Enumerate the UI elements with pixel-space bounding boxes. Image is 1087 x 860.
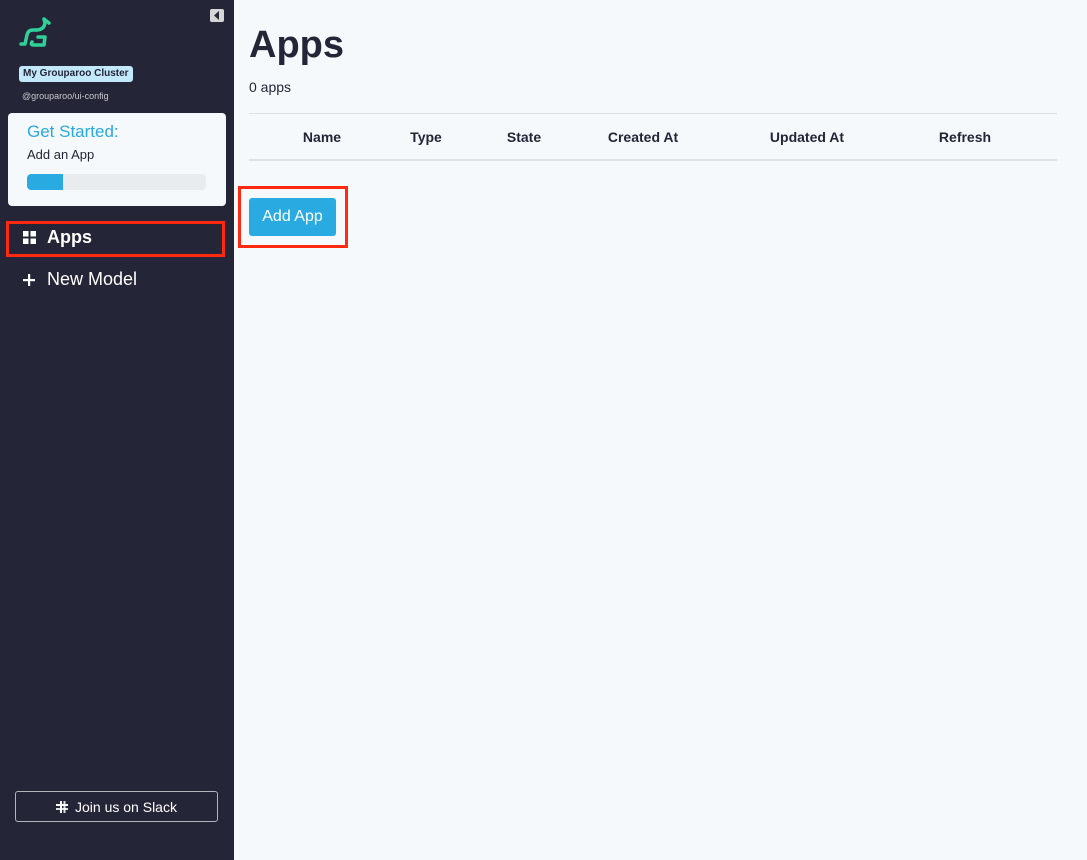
column-header-created-at[interactable]: Created At bbox=[608, 129, 678, 145]
plus-icon bbox=[22, 273, 36, 286]
column-header-name[interactable]: Name bbox=[303, 129, 341, 145]
get-started-card[interactable]: Get Started: Add an App bbox=[8, 113, 226, 206]
apps-count: 0 apps bbox=[249, 79, 292, 95]
page-title: Apps bbox=[249, 24, 344, 66]
get-started-title: Get Started: bbox=[27, 122, 119, 141]
caret-left-icon bbox=[214, 11, 219, 20]
slack-icon bbox=[56, 800, 69, 813]
sidebar-item-new-model[interactable]: New Model bbox=[22, 269, 137, 290]
grouparoo-logo-icon bbox=[19, 17, 51, 47]
add-app-button[interactable]: Add App bbox=[249, 198, 336, 236]
get-started-progress-bar bbox=[27, 174, 206, 190]
apps-table: Name Type State Created At Updated At Re… bbox=[249, 113, 1057, 161]
collapse-sidebar-button[interactable] bbox=[210, 9, 224, 22]
sidebar: My Grouparoo Cluster @grouparoo/ui-confi… bbox=[0, 0, 234, 860]
sidebar-item-label: Apps bbox=[47, 227, 92, 247]
join-slack-button[interactable]: Join us on Slack bbox=[15, 791, 218, 822]
column-header-updated-at[interactable]: Updated At bbox=[770, 129, 844, 145]
get-started-step: Add an App bbox=[27, 147, 95, 162]
progress-fill bbox=[27, 174, 63, 190]
grid-icon bbox=[22, 231, 36, 244]
main-content: Apps 0 apps Name Type State Created At U… bbox=[234, 0, 1087, 860]
sidebar-item-apps[interactable]: Apps bbox=[22, 227, 92, 248]
column-header-refresh[interactable]: Refresh bbox=[939, 129, 991, 145]
sidebar-item-label: New Model bbox=[47, 269, 138, 289]
column-header-state[interactable]: State bbox=[507, 129, 541, 145]
cluster-subtitle: @grouparoo/ui-config bbox=[22, 91, 109, 101]
cluster-name-badge: My Grouparoo Cluster bbox=[19, 66, 133, 82]
column-header-type[interactable]: Type bbox=[410, 129, 442, 145]
slack-label: Join us on Slack bbox=[75, 798, 177, 815]
